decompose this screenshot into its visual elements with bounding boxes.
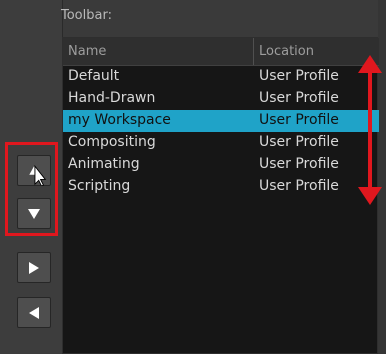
list-rows: Default User Profile Hand-Drawn User Profil… <box>63 66 379 198</box>
list-item[interactable]: Animating User Profile <box>63 154 379 176</box>
row-location: User Profile <box>259 68 339 84</box>
list-header: Name Location <box>63 38 379 66</box>
row-location: User Profile <box>259 112 339 128</box>
arrow-left-icon <box>18 298 50 327</box>
row-name: Hand-Drawn <box>68 90 156 106</box>
toolbar-manager-panel: Toolbar: Name Location Default User Profi… <box>0 0 386 354</box>
row-location: User Profile <box>259 178 339 194</box>
row-name: my Workspace <box>68 112 171 128</box>
list-item[interactable]: Scripting User Profile <box>63 176 379 198</box>
toolbar-label: Toolbar: <box>61 8 112 23</box>
list-item[interactable]: Default User Profile <box>63 66 379 88</box>
row-location: User Profile <box>259 156 339 172</box>
row-name: Default <box>68 68 120 84</box>
column-header-name[interactable]: Name <box>68 38 106 65</box>
row-location: User Profile <box>259 90 339 106</box>
move-down-icon <box>18 199 50 228</box>
row-location: User Profile <box>259 134 339 150</box>
list-item[interactable]: Hand-Drawn User Profile <box>63 88 379 110</box>
row-name: Scripting <box>68 178 131 194</box>
row-name: Animating <box>68 156 140 172</box>
column-divider[interactable] <box>253 38 254 65</box>
move-up-button[interactable] <box>17 155 51 186</box>
list-item[interactable]: my Workspace User Profile <box>63 110 379 132</box>
add-to-toolbar-button[interactable] <box>17 252 51 283</box>
arrow-right-icon <box>18 253 50 282</box>
row-name: Compositing <box>68 134 156 150</box>
remove-from-toolbar-button[interactable] <box>17 297 51 328</box>
column-header-location[interactable]: Location <box>259 38 314 65</box>
toolbar-list[interactable]: Name Location Default User Profile Hand-Dr… <box>62 37 379 354</box>
move-up-icon <box>18 156 50 186</box>
list-item[interactable]: Compositing User Profile <box>63 132 379 154</box>
vertical-double-arrow-annotation <box>352 55 386 205</box>
move-down-button[interactable] <box>17 198 51 229</box>
